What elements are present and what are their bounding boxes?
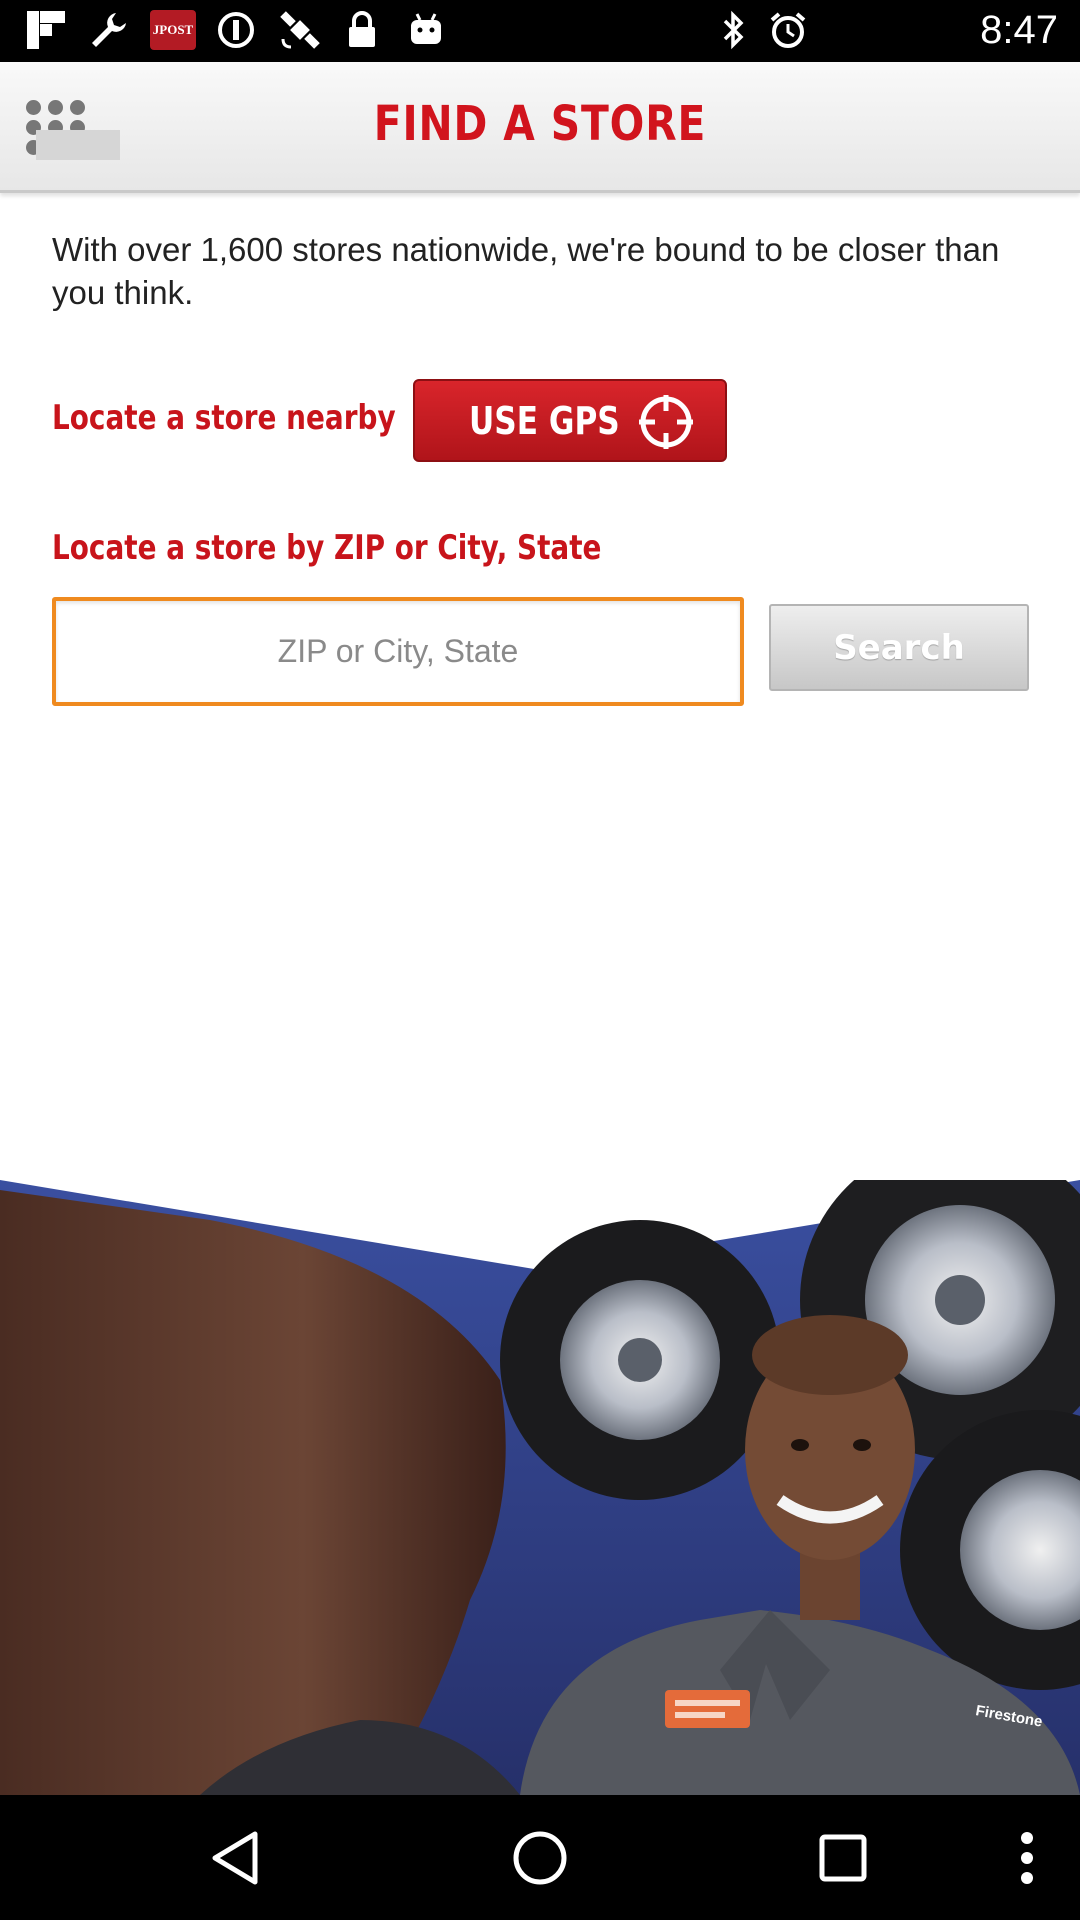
alarm-clock-icon (766, 12, 810, 48)
locate-by-zip-label: Locate a store by ZIP or City, State (52, 528, 602, 568)
home-icon[interactable] (505, 1823, 575, 1893)
use-gps-label: USE GPS (469, 398, 620, 443)
more-icon[interactable] (992, 1823, 1062, 1893)
flipboard-icon (24, 11, 68, 49)
status-bar: JPOST 8:47 (0, 0, 1080, 62)
app-header: FIND A STORE (0, 62, 1080, 193)
satellite-icon (276, 11, 324, 49)
circle-info-icon (214, 12, 258, 48)
recents-icon[interactable] (808, 1823, 878, 1893)
wrench-icon (86, 12, 132, 48)
back-icon[interactable] (200, 1823, 270, 1893)
zip-city-input[interactable] (52, 597, 744, 706)
intro-text: With over 1,600 stores nationwide, we're… (52, 231, 1000, 311)
bluetooth-icon (716, 10, 752, 50)
use-gps-button[interactable]: USE GPS (413, 379, 727, 462)
search-button[interactable]: Search (769, 604, 1029, 691)
jpost-label: JPOST (150, 10, 196, 50)
clock-time: 8:47 (980, 8, 1058, 52)
crosshair-icon (639, 395, 693, 449)
jpost-icon: JPOST (150, 10, 196, 50)
locate-nearby-label: Locate a store nearby (52, 398, 396, 438)
android-icon (404, 12, 448, 48)
lock-icon (342, 11, 382, 48)
system-navigation-bar (0, 1795, 1080, 1920)
page-title: FIND A STORE (373, 96, 707, 152)
store-associate-photo: Firestone (0, 1180, 1080, 1795)
